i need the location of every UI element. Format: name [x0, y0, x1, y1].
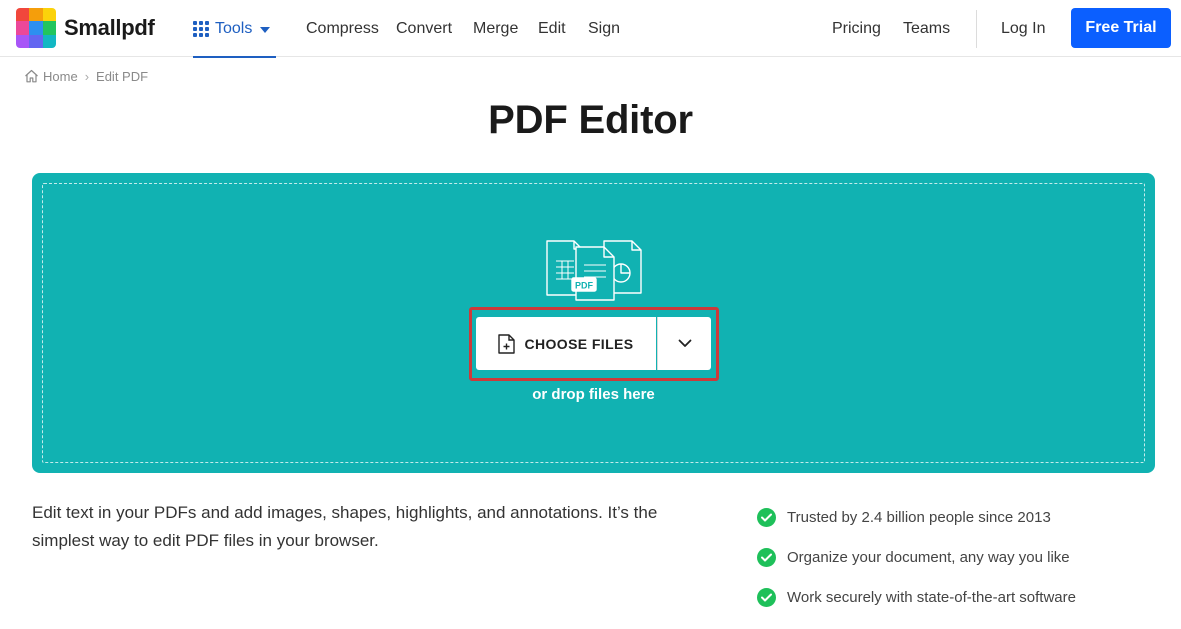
page-title: PDF Editor — [488, 98, 693, 142]
free-trial-button[interactable]: Free Trial — [1071, 8, 1171, 48]
pdf-badge-text: PDF — [575, 281, 594, 291]
nav-pricing[interactable]: Pricing — [832, 0, 881, 57]
drop-files-hint: or drop files here — [532, 386, 655, 403]
check-circle-icon — [757, 547, 776, 567]
tool-description: Edit text in your PDFs and add images, s… — [32, 503, 658, 550]
tools-menu-button[interactable]: Tools — [193, 0, 276, 58]
nav-sign[interactable]: Sign — [588, 0, 620, 57]
check-circle-icon — [757, 507, 776, 527]
logo-text: Smallpdf — [64, 15, 155, 40]
nav-convert[interactable]: Convert — [396, 0, 452, 57]
feature-item: Work securely with state-of-the-art soft… — [757, 577, 1076, 617]
breadcrumb-separator: › — [84, 68, 90, 84]
top-navigation-bar: Smallpdf Tools Compress Convert Merge Ed… — [0, 0, 1181, 58]
choose-files-label: CHOOSE FILES — [524, 335, 634, 352]
check-circle-icon — [757, 587, 776, 607]
breadcrumb-home-link[interactable]: Home — [43, 69, 78, 84]
logo-mark-icon — [16, 8, 56, 48]
breadcrumb: Home › Edit PDF — [24, 67, 148, 85]
choose-files-options-button[interactable] — [657, 317, 711, 370]
feature-list: Trusted by 2.4 billion people since 2013… — [757, 497, 1076, 617]
choose-files-button[interactable]: CHOOSE FILES — [476, 317, 656, 370]
feature-text: Work securely with state-of-the-art soft… — [787, 588, 1076, 606]
nav-compress[interactable]: Compress — [306, 0, 379, 57]
login-link[interactable]: Log In — [1001, 0, 1045, 57]
nav-divider — [976, 10, 977, 48]
nav-edit[interactable]: Edit — [538, 0, 566, 57]
tools-label: Tools — [215, 19, 253, 37]
smallpdf-logo[interactable]: Smallpdf — [16, 8, 155, 48]
nav-teams[interactable]: Teams — [903, 0, 950, 57]
feature-item: Trusted by 2.4 billion people since 2013 — [757, 497, 1076, 537]
documents-illustration-icon: PDF — [546, 240, 642, 301]
feature-text: Trusted by 2.4 billion people since 2013 — [787, 508, 1051, 526]
caret-down-icon — [260, 26, 271, 33]
chevron-down-icon — [678, 339, 691, 347]
nav-merge[interactable]: Merge — [473, 0, 518, 57]
apps-grid-icon — [193, 20, 209, 37]
home-icon — [25, 69, 38, 83]
feature-text: Organize your document, any way you like — [787, 548, 1070, 566]
file-drop-zone[interactable]: PDF CHOOSE FILES or drop files here — [32, 173, 1155, 473]
breadcrumb-current: Edit PDF — [96, 68, 149, 84]
feature-item: Organize your document, any way you like — [757, 537, 1076, 577]
file-plus-icon — [498, 333, 516, 354]
